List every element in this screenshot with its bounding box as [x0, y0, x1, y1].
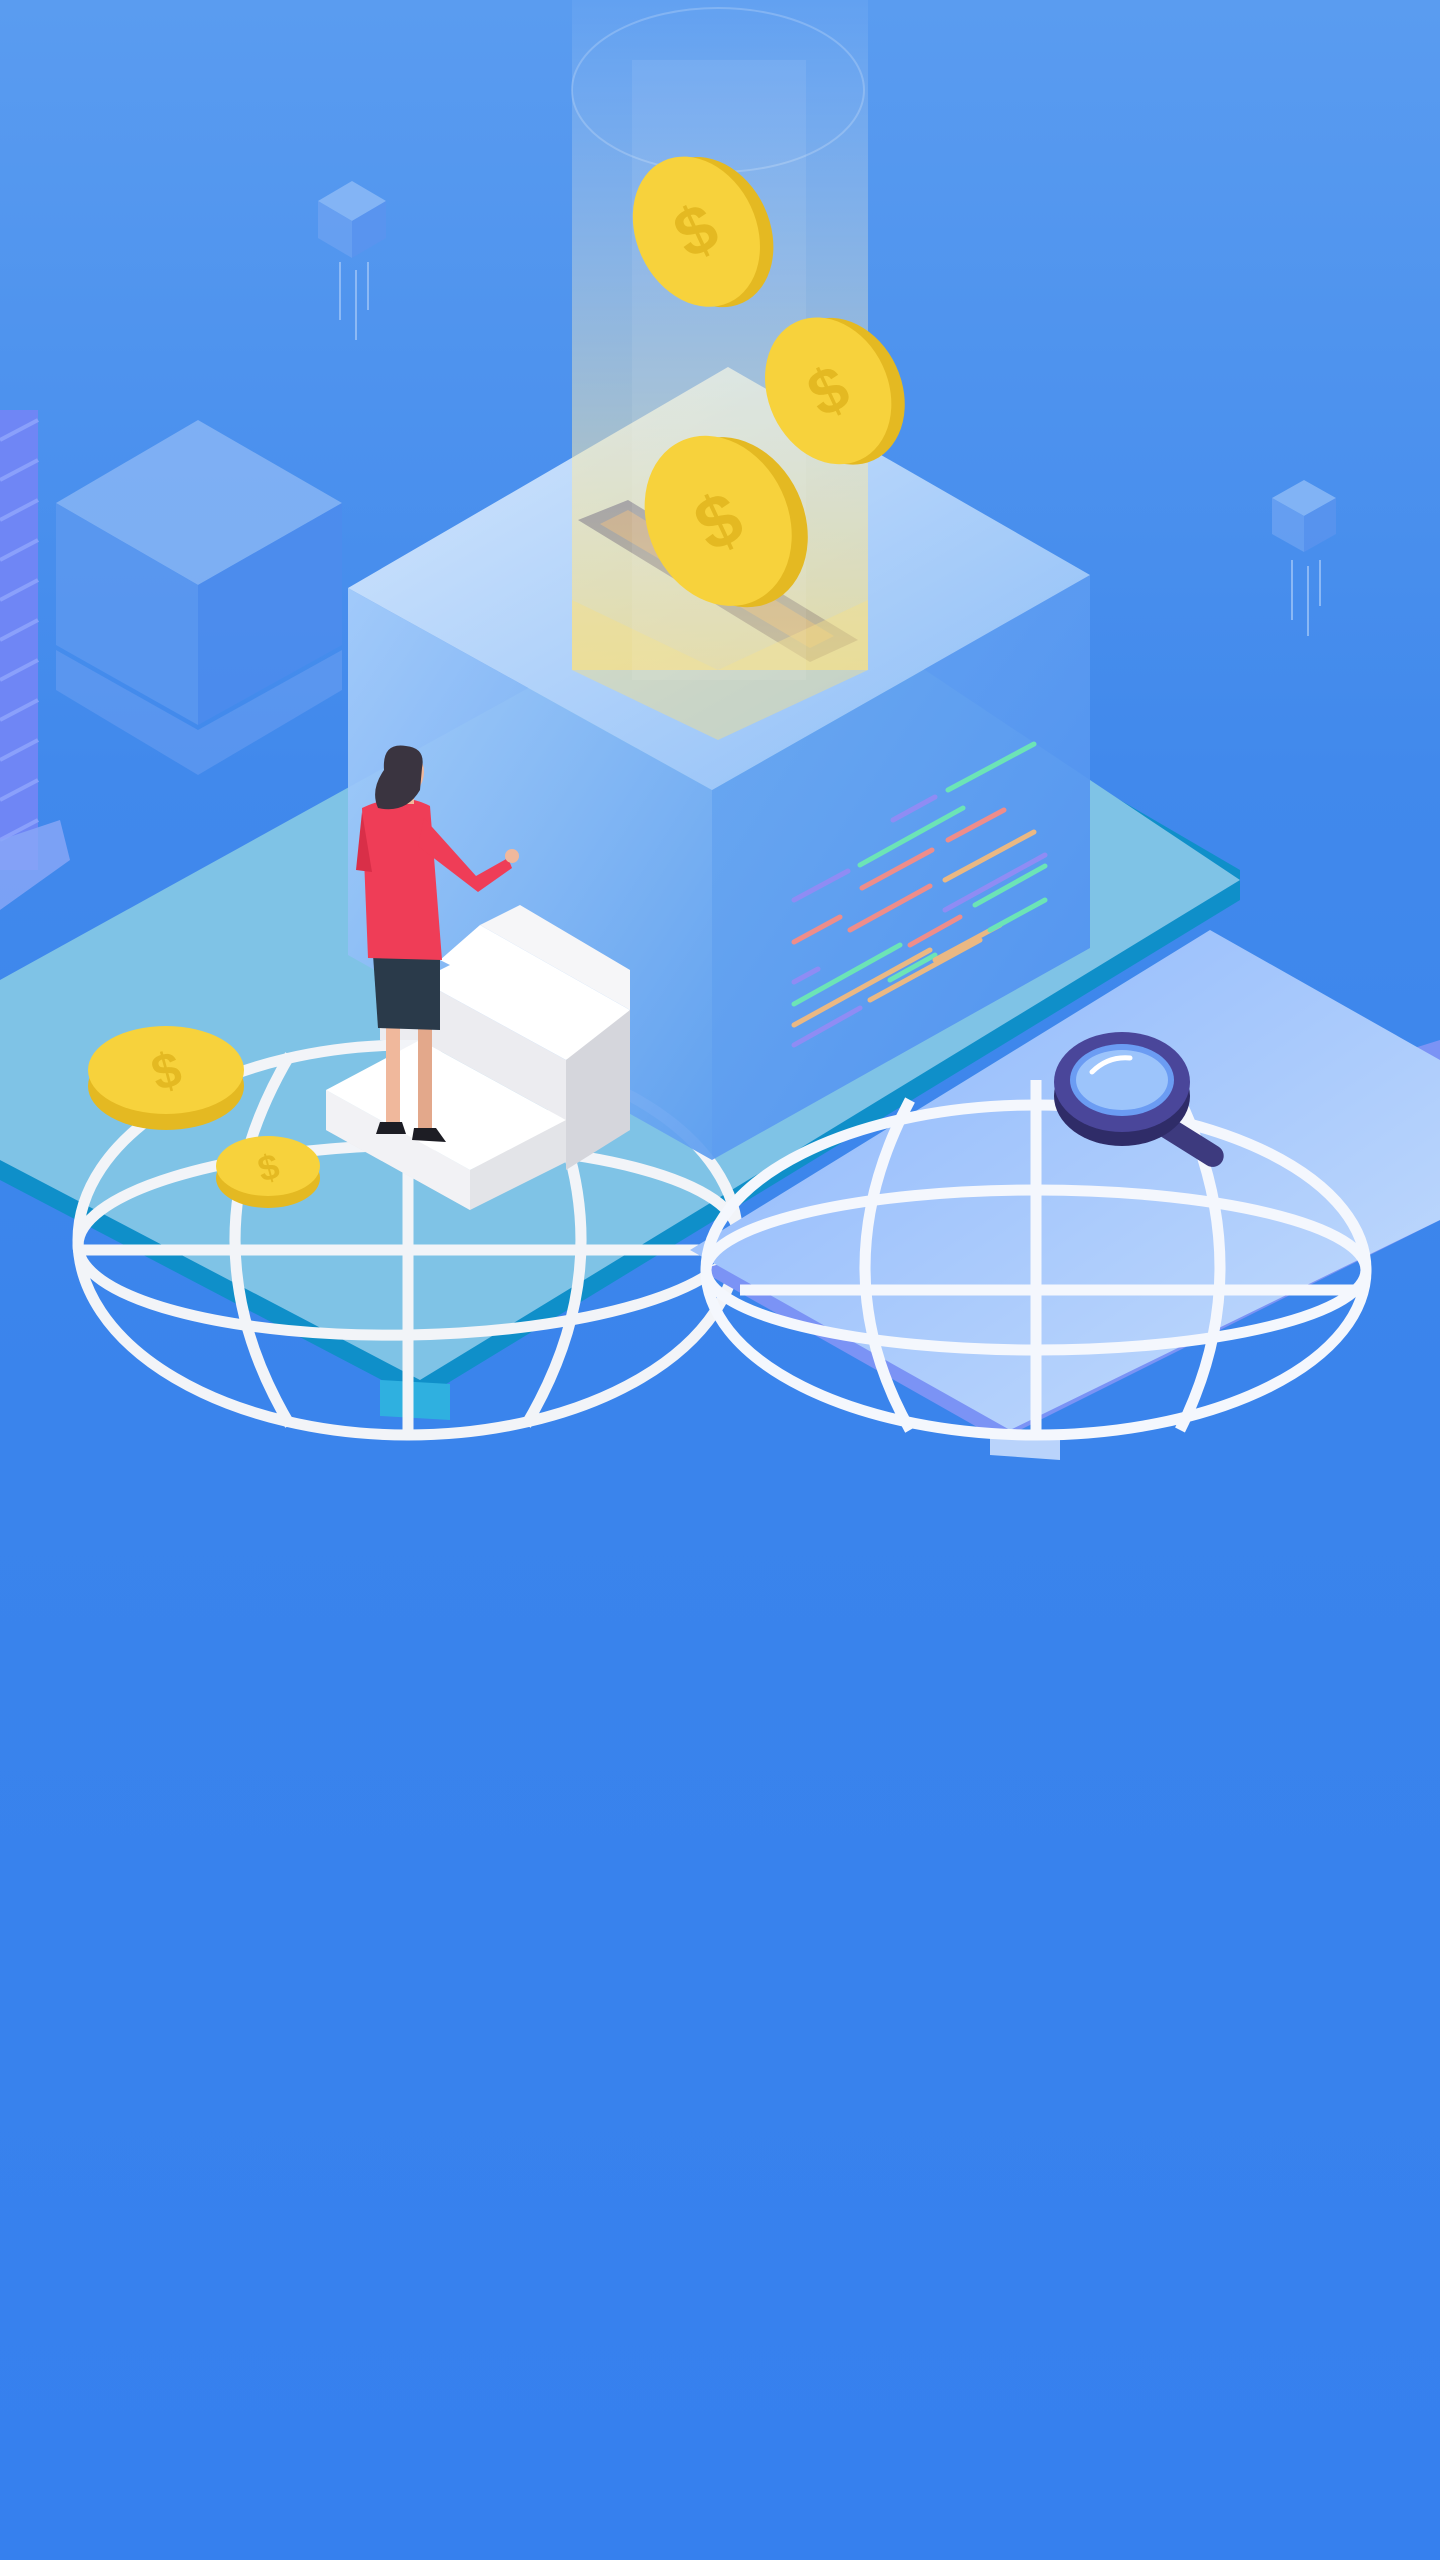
coin-icon: $: [88, 1026, 244, 1130]
cube-icon: [56, 420, 342, 775]
cube-icon: [318, 181, 386, 340]
cube-icon: [1272, 480, 1336, 636]
coin-icon: $: [216, 1136, 320, 1208]
hero-illustration: $ $ $ $ $: [0, 0, 1440, 1460]
splash-screen: $ $ $ $ $: [0, 0, 1440, 2560]
